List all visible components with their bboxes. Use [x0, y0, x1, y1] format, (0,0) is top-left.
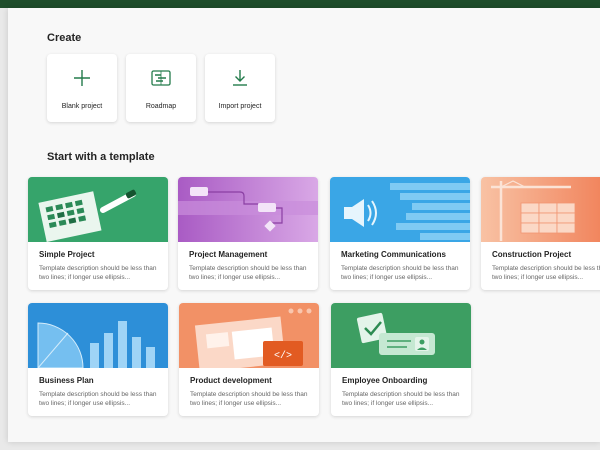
product-development-description: Template description should be less than…: [190, 391, 308, 407]
project-management-description: Template description should be less than…: [189, 265, 307, 281]
simple-project-title: Simple Project: [39, 250, 95, 259]
template-card-construction-project[interactable]: Construction Project Template descriptio…: [481, 177, 600, 290]
employee-onboarding-artwork: [331, 303, 471, 368]
marketing-communications-title: Marketing Communications: [341, 250, 446, 259]
project-management-title: Project Management: [189, 250, 268, 259]
template-card-simple-project[interactable]: Simple Project Template description shou…: [28, 177, 168, 290]
marketing-communications-description: Template description should be less than…: [341, 265, 459, 281]
roadmap-label: Roadmap: [145, 103, 177, 110]
construction-project-description: Template description should be less than…: [492, 265, 600, 281]
template-card-marketing-communications[interactable]: Marketing Communications Template descri…: [330, 177, 470, 290]
roadmap-tile[interactable]: Roadmap: [126, 54, 196, 122]
template-card-project-management[interactable]: Project Management Template description …: [178, 177, 318, 290]
app-top-bar: [0, 0, 600, 8]
blank-project-tile[interactable]: Blank project: [47, 54, 117, 122]
marketing-communications-artwork: [330, 177, 470, 242]
simple-project-artwork: [28, 177, 168, 242]
business-plan-artwork: [28, 303, 168, 368]
product-development-artwork: </>: [179, 303, 319, 368]
construction-project-artwork: [481, 177, 600, 242]
template-card-employee-onboarding[interactable]: Employee Onboarding Template description…: [331, 303, 471, 416]
import-project-label: Import project: [218, 103, 262, 110]
roadmap-icon: [151, 70, 171, 86]
svg-text:</>: </>: [274, 350, 292, 362]
blank-project-label: Blank project: [61, 103, 103, 110]
new-project-dialog: Create Blank project Roadmap Import proj…: [8, 8, 600, 442]
template-card-business-plan[interactable]: Business Plan Template description shoul…: [28, 303, 168, 416]
download-icon: [233, 70, 247, 86]
create-heading: Create: [47, 32, 82, 44]
project-management-artwork: [178, 177, 318, 242]
construction-project-title: Construction Project: [492, 250, 572, 259]
product-development-title: Product development: [190, 376, 272, 385]
employee-onboarding-description: Template description should be less than…: [342, 391, 460, 407]
business-plan-title: Business Plan: [39, 376, 94, 385]
template-heading: Start with a template: [47, 151, 155, 163]
simple-project-description: Template description should be less than…: [39, 265, 157, 281]
import-project-tile[interactable]: Import project: [205, 54, 275, 122]
plus-icon: [74, 70, 90, 86]
template-card-product-development[interactable]: </> Product development Template descrip…: [179, 303, 319, 416]
business-plan-description: Template description should be less than…: [39, 391, 157, 407]
employee-onboarding-title: Employee Onboarding: [342, 376, 428, 385]
